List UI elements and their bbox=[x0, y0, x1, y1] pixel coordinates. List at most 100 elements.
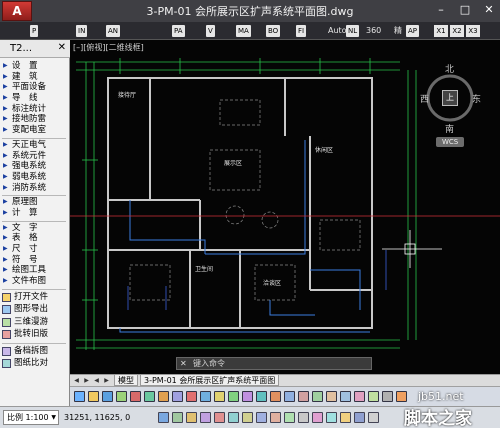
ribbon-tab-ma[interactable]: MA bbox=[236, 25, 251, 37]
menu-item-fire-system[interactable]: ▶ 消防系统 bbox=[0, 183, 68, 194]
restore-button[interactable]: □ bbox=[458, 3, 472, 17]
menu-item-convert-version[interactable]: 批转旧版 bbox=[0, 328, 68, 341]
ribbon-tab-p[interactable]: P bbox=[30, 25, 39, 37]
menu-item-archive-split[interactable]: 备档拆图 bbox=[0, 345, 68, 358]
polar-icon[interactable] bbox=[214, 412, 225, 423]
new-icon[interactable] bbox=[74, 391, 85, 402]
panel-close-button[interactable]: ✕ bbox=[58, 42, 66, 53]
model-space-icon[interactable] bbox=[158, 412, 169, 423]
x2-button[interactable]: X2 bbox=[450, 25, 464, 37]
workspace-icon[interactable] bbox=[340, 412, 351, 423]
scale-icon[interactable] bbox=[284, 391, 295, 402]
menu-item-substation[interactable]: ▶ 变配电室 bbox=[0, 125, 68, 136]
command-line[interactable]: ✕ 键入命令 bbox=[176, 357, 372, 370]
x3-button[interactable]: X3 bbox=[466, 25, 480, 37]
mirror-icon[interactable] bbox=[214, 391, 225, 402]
print-icon[interactable] bbox=[116, 391, 127, 402]
drawing-canvas[interactable]: [–][俯视][二维线框] 接待厅 展示区 休闲区 卫生间 洽谈区 北 南 西 … bbox=[70, 40, 500, 374]
tab-layout-sheet[interactable]: 3-PM-01 会所展示区扩声系统平面图 bbox=[140, 375, 280, 386]
trim-icon[interactable] bbox=[312, 391, 323, 402]
menu-item-drawing-tools[interactable]: ▶ 绘图工具 bbox=[0, 265, 68, 276]
fillet-icon[interactable] bbox=[354, 391, 365, 402]
ribbon-tab-fi[interactable]: FI bbox=[296, 25, 307, 37]
save-icon[interactable] bbox=[102, 391, 113, 402]
lock-icon[interactable] bbox=[354, 412, 365, 423]
menu-item-export[interactable]: 图形导出 bbox=[0, 303, 68, 316]
osnap-icon[interactable] bbox=[228, 412, 239, 423]
dyn-icon[interactable] bbox=[270, 412, 281, 423]
menu-item-calculation[interactable]: ▶ 计 算 bbox=[0, 208, 68, 219]
compass-west[interactable]: 西 bbox=[420, 92, 429, 105]
viewcube-top-face[interactable]: 上 bbox=[442, 90, 458, 106]
tab-model[interactable]: 模型 bbox=[114, 375, 138, 386]
ribbon-tab-in[interactable]: IN bbox=[76, 25, 88, 37]
offset-icon[interactable] bbox=[228, 391, 239, 402]
compass-east[interactable]: 东 bbox=[472, 92, 481, 105]
minimize-button[interactable]: – bbox=[434, 3, 448, 17]
move-icon[interactable] bbox=[256, 391, 267, 402]
redo-icon[interactable] bbox=[144, 391, 155, 402]
properties-icon[interactable] bbox=[382, 391, 393, 402]
menu-item-tangent-electric[interactable]: ▶ 天正电气 bbox=[0, 140, 68, 151]
x1-button[interactable]: X1 bbox=[434, 25, 448, 37]
copy-icon[interactable] bbox=[200, 391, 211, 402]
menu-item-schematic[interactable]: ▶ 原理图 bbox=[0, 197, 68, 208]
ribbon-tab-pa[interactable]: PA bbox=[172, 25, 185, 37]
menu-item-open-file[interactable]: 打开文件 bbox=[0, 291, 68, 304]
menu-item-table[interactable]: ▶ 表 格 bbox=[0, 233, 68, 244]
menu-item-dimension[interactable]: ▶ 尺 寸 bbox=[0, 244, 68, 255]
measure-icon[interactable] bbox=[396, 391, 407, 402]
ducs-icon[interactable] bbox=[256, 412, 267, 423]
menu-item-compare[interactable]: 图纸比对 bbox=[0, 357, 68, 370]
lineweight-icon[interactable] bbox=[284, 412, 295, 423]
prev-tab-button[interactable]: ▶ bbox=[82, 376, 91, 385]
grid-icon[interactable] bbox=[172, 412, 183, 423]
next-tab-button[interactable]: ◀ bbox=[92, 376, 101, 385]
compass-north[interactable]: 北 bbox=[445, 62, 454, 75]
undo-icon[interactable] bbox=[130, 391, 141, 402]
menu-item-building[interactable]: ▶ 建 筑 bbox=[0, 72, 68, 83]
array-icon[interactable] bbox=[242, 391, 253, 402]
close-button[interactable]: ✕ bbox=[482, 3, 496, 17]
menu-item-wires[interactable]: ▶ 导 线 bbox=[0, 93, 68, 104]
annotation-icon[interactable] bbox=[326, 412, 337, 423]
menu-item-grounding[interactable]: ▶ 接地防雷 bbox=[0, 114, 68, 125]
ap-tag[interactable]: AP bbox=[406, 25, 420, 37]
break-icon[interactable] bbox=[340, 391, 351, 402]
menu-item-plan-equipment[interactable]: ▶ 平面设备 bbox=[0, 82, 68, 93]
match-icon[interactable] bbox=[158, 391, 169, 402]
menu-item-weak-current[interactable]: ▶ 弱电系统 bbox=[0, 172, 68, 183]
erase-icon[interactable] bbox=[186, 391, 197, 402]
ribbon-tab-an[interactable]: AN bbox=[106, 25, 121, 37]
scale-dropdown[interactable]: 比例 1:100 ▼ bbox=[3, 410, 59, 425]
wcs-menu-button[interactable]: WCS bbox=[436, 137, 465, 147]
rotate-icon[interactable] bbox=[270, 391, 281, 402]
menu-item-file-layout[interactable]: ▶ 文件布图 bbox=[0, 276, 68, 287]
command-input[interactable]: 键入命令 bbox=[193, 358, 225, 369]
last-tab-button[interactable]: ▶ bbox=[102, 376, 111, 385]
transparency-icon[interactable] bbox=[298, 412, 309, 423]
customize-icon[interactable] bbox=[368, 412, 379, 423]
snap-icon[interactable] bbox=[186, 412, 197, 423]
first-tab-button[interactable]: ◀ bbox=[72, 376, 81, 385]
explode-icon[interactable] bbox=[368, 391, 379, 402]
selection-cycle-icon[interactable] bbox=[312, 412, 323, 423]
ribbon-tab-bo[interactable]: BO bbox=[266, 25, 281, 37]
extend-icon[interactable] bbox=[326, 391, 337, 402]
compass-south[interactable]: 南 bbox=[445, 122, 454, 135]
menu-item-text[interactable]: ▶ 文 字 bbox=[0, 223, 68, 234]
ribbon-tab-v[interactable]: V bbox=[206, 25, 215, 37]
otrack-icon[interactable] bbox=[242, 412, 253, 423]
command-close-icon[interactable]: ✕ bbox=[180, 358, 187, 369]
menu-item-symbol[interactable]: ▶ 符 号 bbox=[0, 255, 68, 266]
menu-item-annotation-stats[interactable]: ▶ 标注统计 bbox=[0, 104, 68, 115]
menu-item-settings[interactable]: ▶ 设 置 bbox=[0, 61, 68, 72]
open-icon[interactable] bbox=[88, 391, 99, 402]
ortho-icon[interactable] bbox=[200, 412, 211, 423]
menu-item-system-components[interactable]: ▶ 系统元件 bbox=[0, 151, 68, 162]
stretch-icon[interactable] bbox=[298, 391, 309, 402]
layer-icon[interactable] bbox=[172, 391, 183, 402]
nl-tag[interactable]: NL bbox=[346, 25, 360, 37]
menu-item-strong-current[interactable]: ▶ 强电系统 bbox=[0, 161, 68, 172]
menu-item-3d-walkthrough[interactable]: 三维漫游 bbox=[0, 316, 68, 329]
